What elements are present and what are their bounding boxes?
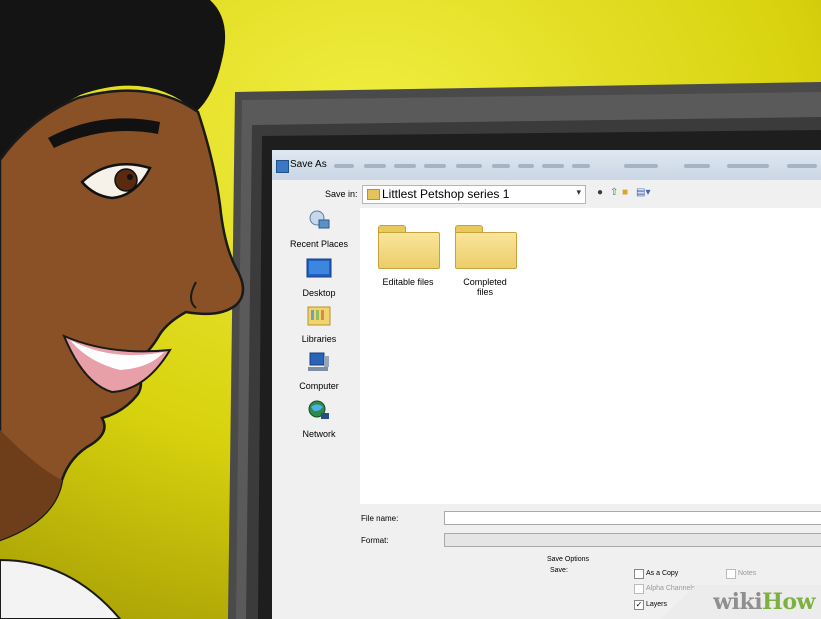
person-illustration [0,0,245,619]
illustration-scene: Save As Save in: Littlest Petshop series… [0,0,821,619]
shirt [0,558,122,619]
wikihow-logo: wikiHow [713,589,815,615]
